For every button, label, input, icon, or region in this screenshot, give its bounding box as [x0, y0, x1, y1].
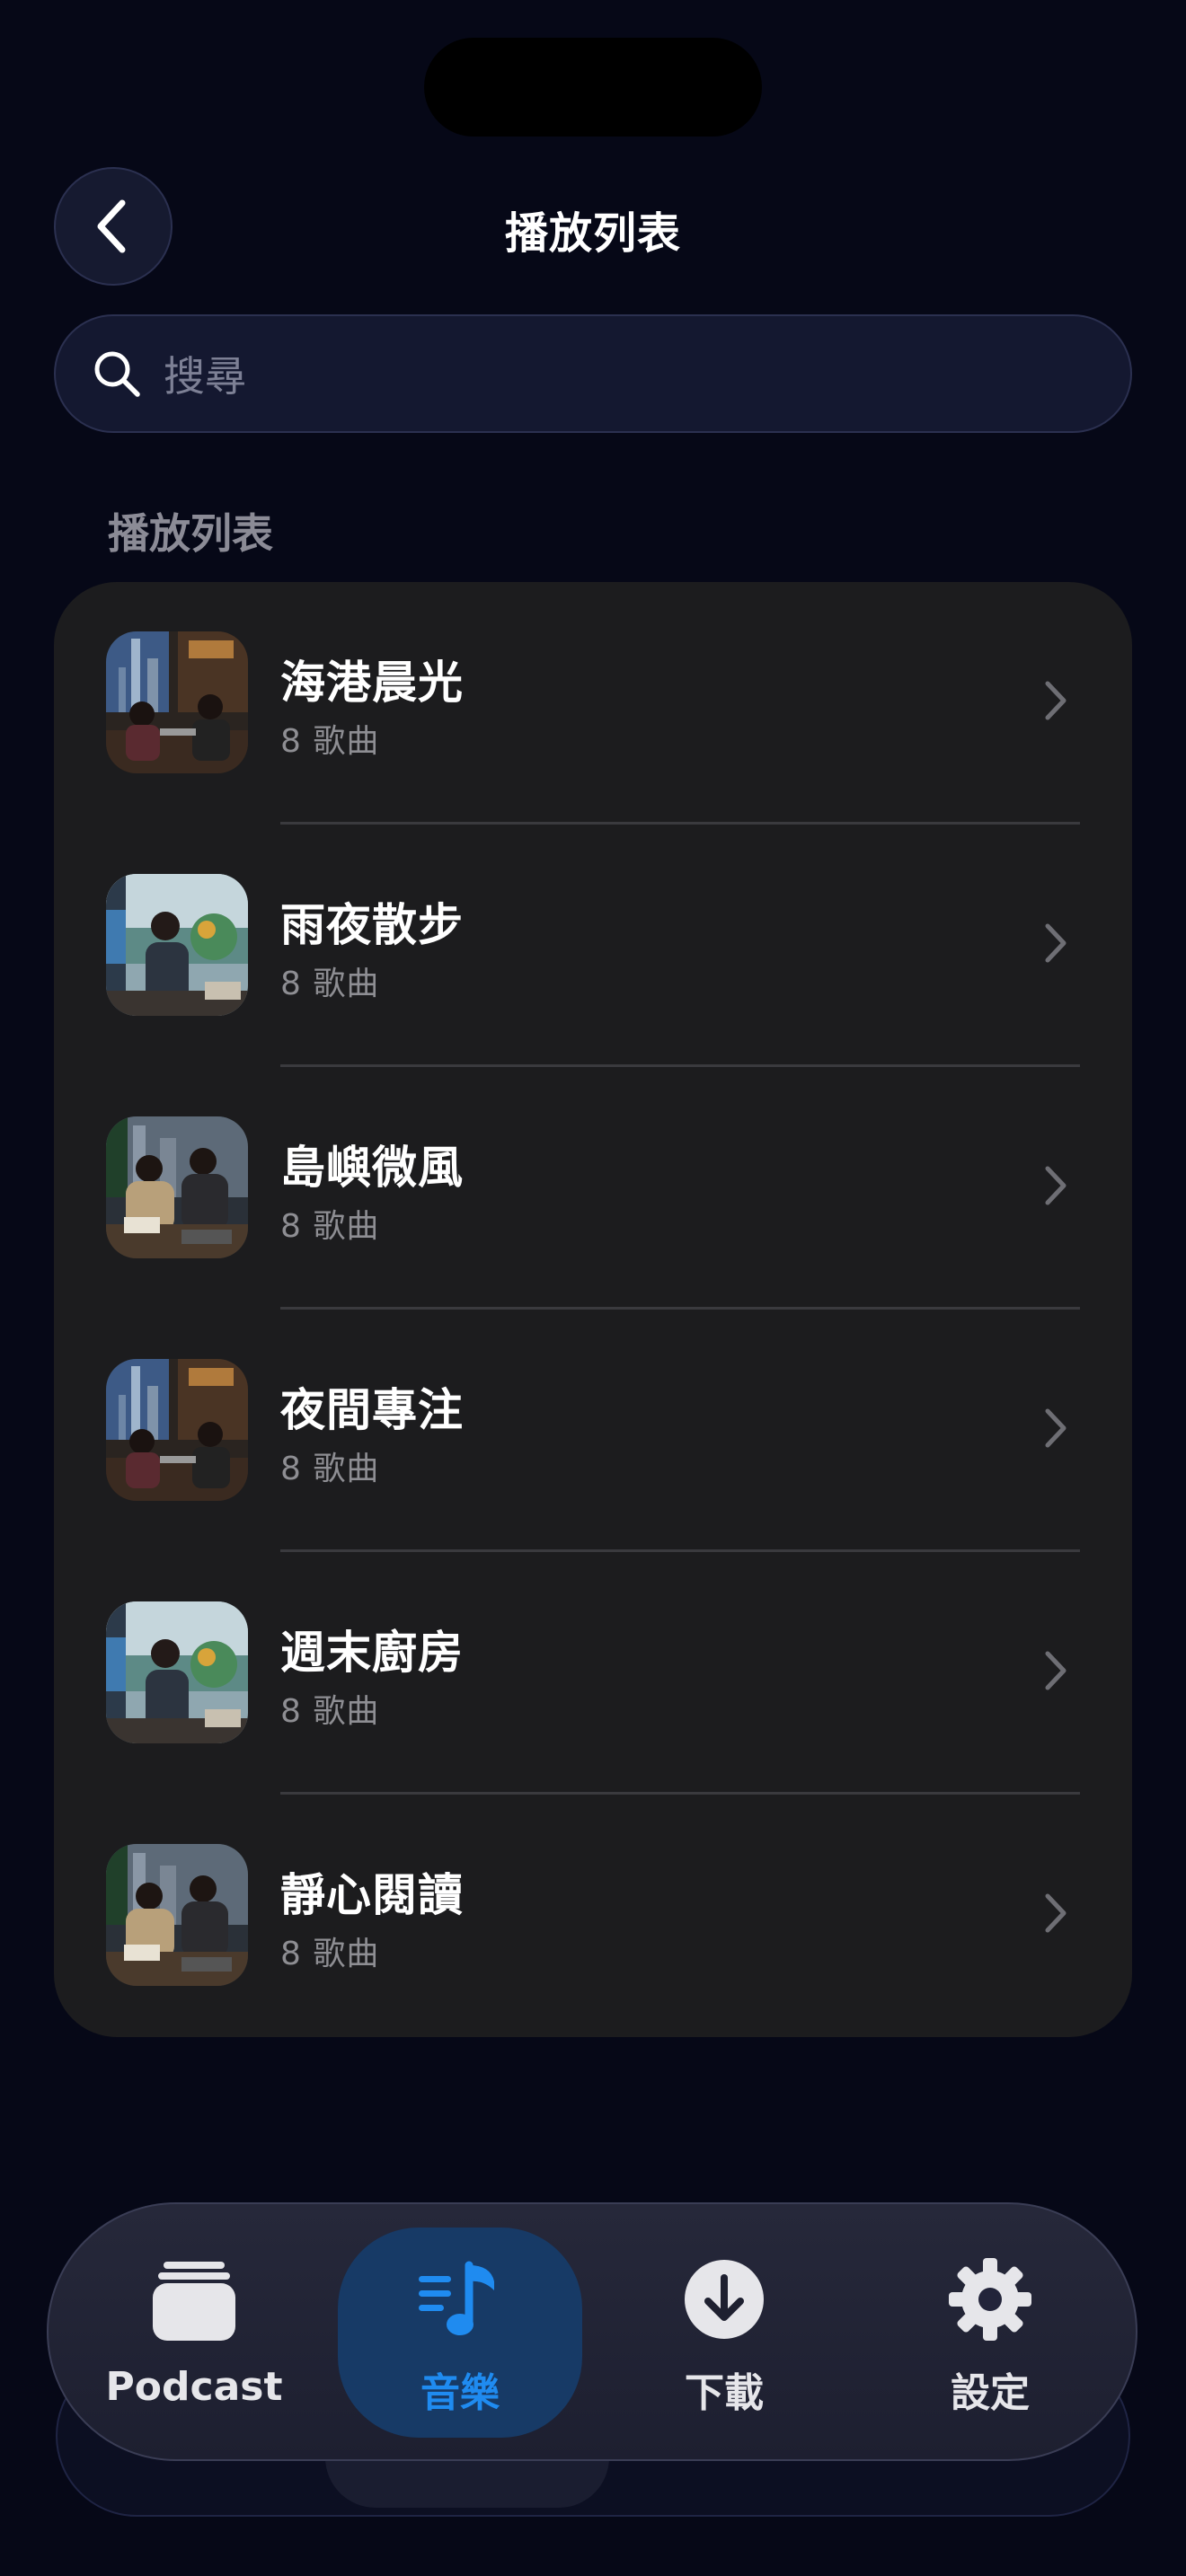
playlist-title: 夜間專注 — [280, 1384, 464, 1436]
playlist-artwork — [106, 1116, 248, 1258]
playlist-artwork — [106, 631, 248, 773]
tab-music[interactable]: 音樂 — [352, 2245, 568, 2425]
playlist-artwork — [106, 1844, 248, 1986]
playlist-song-count: 8 歌曲 — [280, 1208, 380, 1245]
playlist-title: 週末廚房 — [280, 1627, 464, 1679]
section-label: 播放列表 — [108, 509, 273, 558]
playlist-song-count: 8 歌曲 — [280, 1451, 380, 1487]
playlist-song-count: 8 歌曲 — [280, 966, 380, 1002]
playlist-title: 靜心閱讀 — [280, 1869, 464, 1921]
download-icon — [685, 2260, 764, 2339]
tab-label: 音樂 — [420, 2370, 500, 2416]
tab-download[interactable]: 下載 — [616, 2245, 832, 2425]
search-input[interactable]: 搜尋 — [54, 314, 1132, 433]
gear-icon — [949, 2258, 1031, 2341]
search-placeholder: 搜尋 — [164, 352, 246, 401]
tab-label: 設定 — [951, 2370, 1030, 2416]
playlist-artwork — [106, 874, 248, 1016]
playlist-row[interactable]: 雨夜散步 8 歌曲 — [54, 825, 1132, 1067]
playlist-list: 海港晨光 8 歌曲 雨夜散步 8 歌曲 島嶼微風 8 歌曲 夜間專注 8 歌曲 … — [54, 582, 1132, 2037]
chevron-right-icon — [1045, 923, 1067, 963]
playlist-song-count: 8 歌曲 — [280, 1693, 380, 1730]
playlist-song-count: 8 歌曲 — [280, 1936, 380, 1972]
tab-settings[interactable]: 設定 — [882, 2245, 1098, 2425]
playlist-screen: 播放列表 搜尋 播放列表 海港晨光 8 歌曲 雨夜散步 8 歌曲 島嶼微風 8 … — [0, 0, 1186, 2576]
dynamic-island — [424, 38, 762, 137]
chevron-right-icon — [1045, 681, 1067, 720]
playlist-artwork — [106, 1601, 248, 1743]
tab-podcast[interactable]: Podcast — [86, 2245, 302, 2425]
chevron-right-icon — [1045, 1651, 1067, 1690]
playlist-artwork — [106, 1359, 248, 1501]
search-icon — [94, 351, 140, 397]
chevron-right-icon — [1045, 1166, 1067, 1205]
playlist-row[interactable]: 靜心閱讀 8 歌曲 — [54, 1795, 1132, 2037]
podcast-stack-icon — [153, 2262, 235, 2341]
tab-label: Podcast — [105, 2364, 283, 2410]
playlist-title: 海港晨光 — [280, 657, 464, 709]
playlist-row[interactable]: 週末廚房 8 歌曲 — [54, 1552, 1132, 1795]
playlist-row[interactable]: 夜間專注 8 歌曲 — [54, 1310, 1132, 1552]
playlist-title: 雨夜散步 — [280, 899, 464, 951]
page-title: 播放列表 — [504, 208, 681, 259]
tab-label: 下載 — [685, 2370, 764, 2416]
playlist-row[interactable]: 島嶼微風 8 歌曲 — [54, 1067, 1132, 1310]
playlist-row[interactable]: 海港晨光 8 歌曲 — [54, 582, 1132, 825]
playlist-title: 島嶼微風 — [280, 1142, 464, 1194]
playlist-song-count: 8 歌曲 — [280, 723, 380, 760]
music-note-icon — [419, 2261, 494, 2335]
chevron-right-icon — [1045, 1408, 1067, 1448]
chevron-right-icon — [1045, 1893, 1067, 1933]
